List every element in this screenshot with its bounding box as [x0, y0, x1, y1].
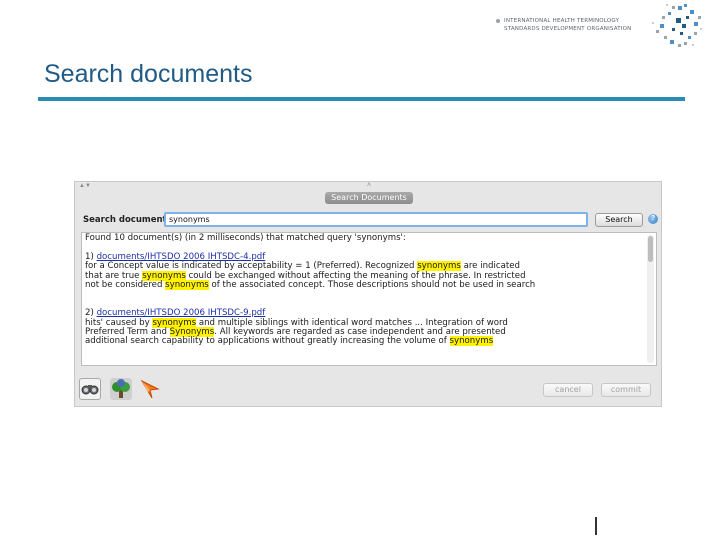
result-snippet-line: not be considered synonyms of the associ… — [85, 279, 536, 290]
org-name-line2: STANDARDS DEVELOPMENT ORGANISATION — [504, 26, 632, 32]
results-summary: Found 10 document(s) (in 2 milliseconds)… — [85, 233, 406, 243]
search-documents-panel: ▲▼ ˄ Search Documents Search documents: … — [74, 181, 662, 407]
arrow-icon[interactable] — [139, 378, 161, 400]
scroll-thumb[interactable] — [648, 236, 653, 262]
result-snippet-line: additional search capability to applicat… — [85, 336, 494, 347]
group-title: Search Documents — [325, 192, 413, 204]
tree-icon[interactable] — [110, 378, 132, 400]
search-input[interactable]: synonyms — [164, 212, 588, 227]
highlight-match: synonyms — [165, 279, 209, 290]
search-button[interactable]: Search — [595, 213, 643, 227]
ihtsdo-logo-icon — [652, 4, 702, 47]
title-divider — [38, 97, 685, 101]
org-name-line1: INTERNATIONAL HEALTH TERMINOLOGY — [504, 18, 620, 24]
highlight-match: synonyms — [449, 336, 494, 347]
resize-arrows-icon[interactable]: ▲▼ — [79, 183, 91, 189]
results-pane[interactable]: Found 10 document(s) (in 2 milliseconds)… — [81, 232, 657, 366]
results-scrollbar[interactable] — [647, 235, 654, 363]
bullet-dot — [496, 19, 500, 23]
slide-title: Search documents — [44, 60, 253, 88]
drag-handle-icon[interactable]: ˄ — [367, 182, 371, 189]
binoculars-icon[interactable] — [79, 378, 101, 400]
help-icon[interactable]: ? — [648, 214, 658, 224]
results-text: Found 10 document(s) (in 2 milliseconds)… — [85, 233, 645, 347]
footer-marker — [595, 517, 597, 535]
commit-button[interactable]: commit — [601, 383, 651, 397]
cancel-button[interactable]: cancel — [543, 383, 593, 397]
org-name: INTERNATIONAL HEALTH TERMINOLOGY STANDAR… — [496, 17, 632, 33]
search-label: Search documents: — [83, 215, 176, 225]
